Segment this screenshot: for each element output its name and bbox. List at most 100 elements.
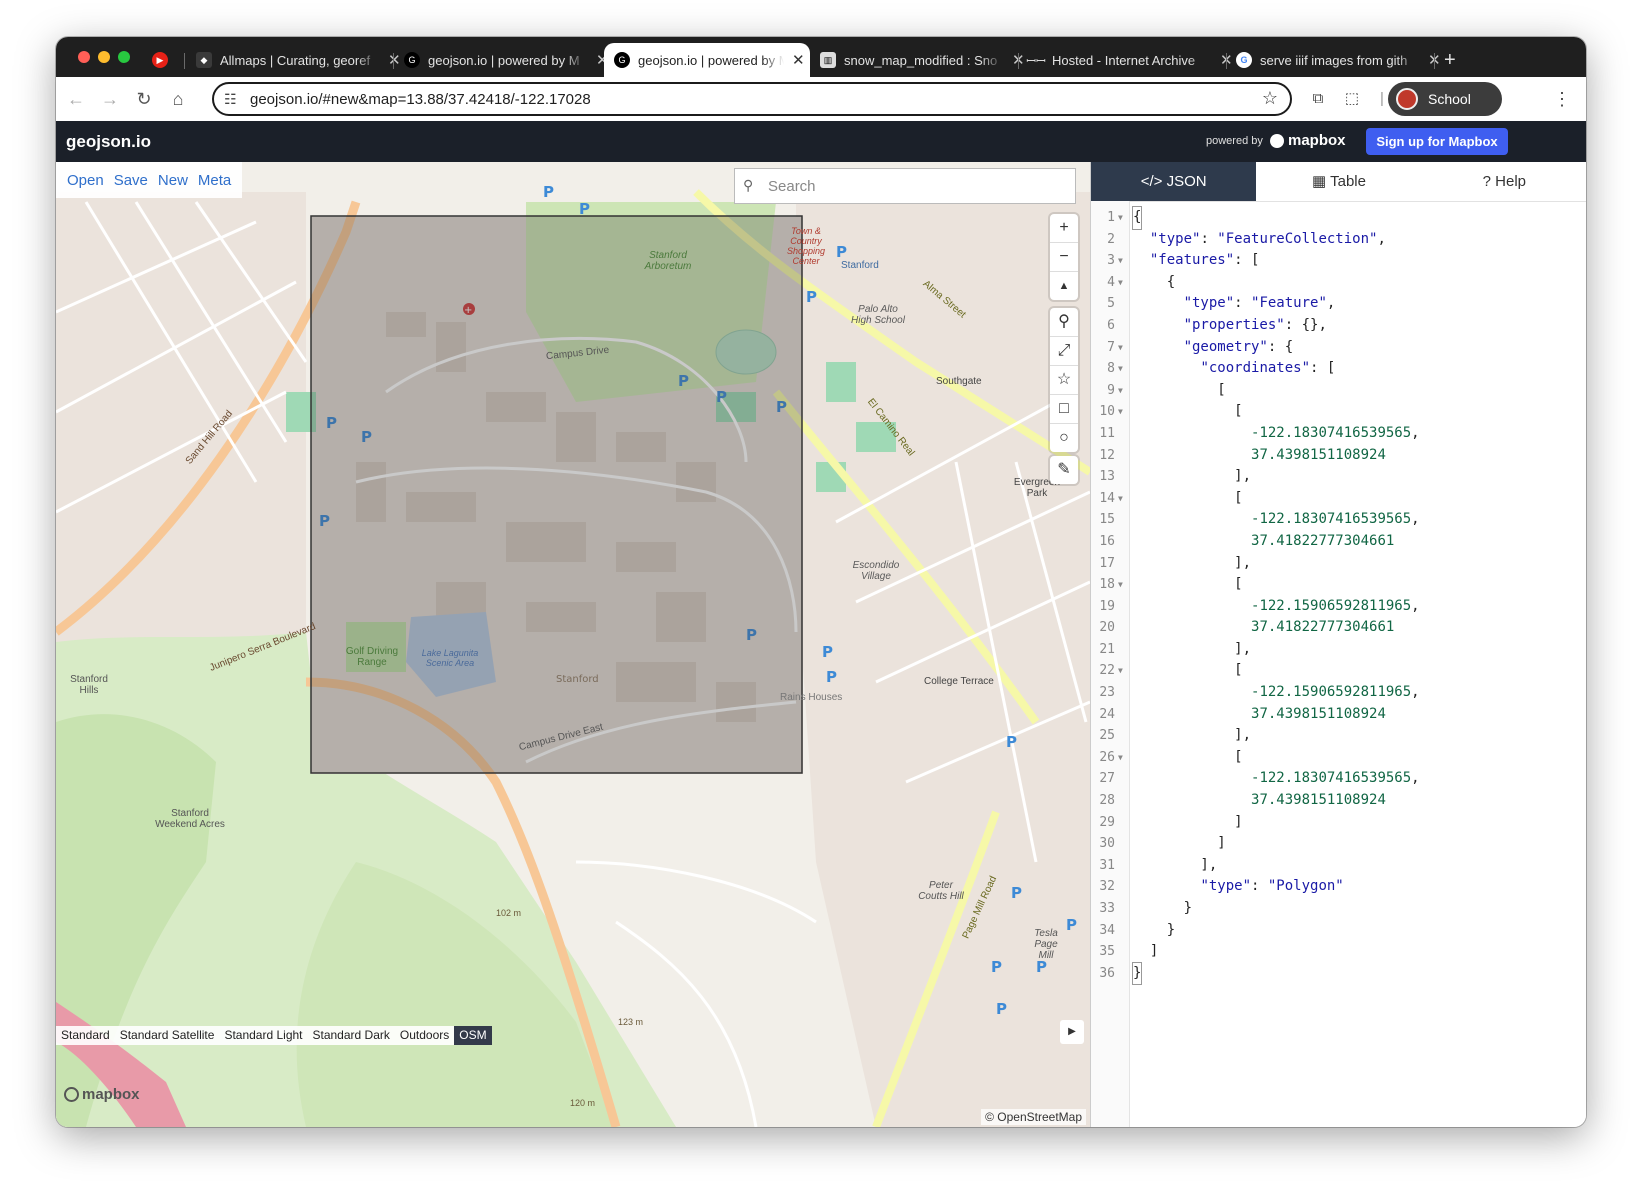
tab-geojson-active[interactable]: G geojson.io | powered by M ✕ <box>604 43 810 77</box>
code-line[interactable]: 11 -122.18307416539565, <box>1091 423 1586 445</box>
zoom-in-button[interactable]: + <box>1050 214 1078 243</box>
tab-internet-archive[interactable]: ꟷꟷ Hosted - Internet Archive ✕ <box>1026 43 1232 77</box>
code-line[interactable]: 9 ▼ [ <box>1091 380 1586 402</box>
code-line[interactable]: 33 } <box>1091 898 1586 920</box>
map-canvas[interactable]: PPPP PPPP PPPP PPPP PPP + Stanford Stanf… <box>56 162 1090 1127</box>
profile-button[interactable]: School <box>1388 82 1502 116</box>
signup-button[interactable]: Sign up for Mapbox <box>1366 128 1508 155</box>
home-button[interactable]: ⌂ <box>166 87 190 111</box>
style-osm[interactable]: OSM <box>454 1026 492 1045</box>
new-tab-button[interactable]: + <box>1444 43 1456 77</box>
style-standard-satellite[interactable]: Standard Satellite <box>115 1026 220 1045</box>
code-line[interactable]: 5 "type": "Feature", <box>1091 293 1586 315</box>
maximize-window-button[interactable] <box>118 51 130 63</box>
fold-toggle-icon[interactable]: ▼ <box>1118 207 1123 229</box>
style-outdoors[interactable]: Outdoors <box>395 1026 454 1045</box>
menu-new[interactable]: New <box>158 172 188 189</box>
mapbox-watermark[interactable]: mapbox <box>64 1086 140 1103</box>
code-line[interactable]: 26 ▼ [ <box>1091 747 1586 769</box>
menu-meta[interactable]: Meta <box>198 172 231 189</box>
menu-save[interactable]: Save <box>114 172 148 189</box>
zoom-out-button[interactable]: − <box>1050 243 1078 272</box>
map-search[interactable]: ⚲ Search <box>734 168 1076 204</box>
style-standard-dark[interactable]: Standard Dark <box>308 1026 395 1045</box>
code-line[interactable]: 30 ] <box>1091 833 1586 855</box>
collapse-panel-button[interactable]: ▶ <box>1060 1020 1084 1044</box>
fold-toggle-icon[interactable]: ▼ <box>1118 337 1123 359</box>
bookmark-star-icon[interactable]: ☆ <box>1262 88 1278 109</box>
fold-toggle-icon[interactable]: ▼ <box>1118 660 1123 682</box>
code-line[interactable]: 23 -122.15906592811965, <box>1091 682 1586 704</box>
code-line[interactable]: 27 -122.18307416539565, <box>1091 768 1586 790</box>
close-window-button[interactable] <box>78 51 90 63</box>
draw-line-icon[interactable]: ⤢ <box>1050 337 1078 366</box>
code-line[interactable]: 12 37.4398151108924 <box>1091 445 1586 467</box>
tab-json[interactable]: </> JSON <box>1091 162 1257 201</box>
tab-geojson-1[interactable]: G geojson.io | powered by M ✕ <box>404 43 609 77</box>
fold-toggle-icon[interactable]: ▼ <box>1118 380 1123 402</box>
puzzle-icon[interactable]: ⬚ <box>1342 89 1362 109</box>
json-editor[interactable]: 1 ▼{2 "type": "FeatureCollection", 3 ▼ "fea… <box>1091 206 1586 986</box>
pinned-tab-youtube[interactable]: ▶ <box>152 49 176 71</box>
code-line[interactable]: 4 ▼ { <box>1091 272 1586 294</box>
draw-polygon-icon[interactable]: ☆ <box>1050 366 1078 395</box>
code-line[interactable]: 32 "type": "Polygon" <box>1091 876 1586 898</box>
code-line[interactable]: 3 ▼ "features": [ <box>1091 250 1586 272</box>
code-line[interactable]: 22 ▼ [ <box>1091 660 1586 682</box>
code-line[interactable]: 35 ] <box>1091 941 1586 963</box>
mapbox-logo[interactable]: mapbox <box>1270 132 1346 149</box>
code-line[interactable]: 25 ], <box>1091 725 1586 747</box>
extension-icon[interactable]: ⧉ <box>1308 89 1328 109</box>
code-line[interactable]: 29 ] <box>1091 812 1586 834</box>
draw-point-icon[interactable]: ⚲ <box>1050 308 1078 337</box>
code-line[interactable]: 18 ▼ [ <box>1091 574 1586 596</box>
close-tab-icon[interactable]: ✕ <box>792 51 805 69</box>
code-line[interactable]: 31 ], <box>1091 855 1586 877</box>
search-input[interactable]: Search <box>768 178 816 195</box>
drawn-polygon[interactable] <box>310 215 803 774</box>
compass-button[interactable]: ▲ <box>1050 272 1078 300</box>
address-bar[interactable]: ☷ geojson.io/#new&map=13.88/37.42418/-12… <box>212 82 1292 116</box>
url-text[interactable]: geojson.io/#new&map=13.88/37.42418/-122.… <box>250 91 591 108</box>
code-line[interactable]: 21 ], <box>1091 639 1586 661</box>
map-tiles[interactable]: PPPP PPPP PPPP PPPP PPP + Stanford <box>56 162 1090 1127</box>
fold-toggle-icon[interactable]: ▼ <box>1118 488 1123 510</box>
code-line[interactable]: 1 ▼ { <box>1091 206 1586 230</box>
fold-toggle-icon[interactable]: ▼ <box>1118 250 1123 272</box>
code-line[interactable]: 20 37.41822777304661 <box>1091 617 1586 639</box>
edit-icon[interactable]: ✎ <box>1050 456 1078 484</box>
fold-toggle-icon[interactable]: ▼ <box>1118 574 1123 596</box>
tab-google-search[interactable]: G serve iiif images from gith ✕ <box>1236 43 1441 77</box>
back-button[interactable]: ← <box>64 87 88 111</box>
code-line[interactable]: 34 } <box>1091 920 1586 942</box>
code-line[interactable]: 24 37.4398151108924 <box>1091 704 1586 726</box>
fold-toggle-icon[interactable]: ▼ <box>1118 401 1123 423</box>
fold-toggle-icon[interactable]: ▼ <box>1118 358 1123 380</box>
site-settings-icon[interactable]: ☷ <box>224 91 237 108</box>
tab-snow-map[interactable]: ▥ snow_map_modified : Sno ✕ <box>820 43 1025 77</box>
code-line[interactable]: 2 "type": "FeatureCollection", <box>1091 229 1586 251</box>
kebab-menu-icon[interactable]: ⋮ <box>1552 89 1572 109</box>
code-line[interactable]: 7 ▼ "geometry": { <box>1091 337 1586 359</box>
tab-allmaps[interactable]: ◆ Allmaps | Curating, georef ✕ <box>196 43 401 77</box>
code-line[interactable]: 8 ▼ "coordinates": [ <box>1091 358 1586 380</box>
tab-help[interactable]: ? Help <box>1422 162 1586 201</box>
minimize-window-button[interactable] <box>98 51 110 63</box>
fold-toggle-icon[interactable]: ▼ <box>1118 272 1123 294</box>
code-line[interactable]: 10 ▼ [ <box>1091 401 1586 423</box>
fold-toggle-icon[interactable]: ▼ <box>1118 747 1123 769</box>
code-line[interactable]: 36} <box>1091 961 1586 986</box>
code-line[interactable]: 16 37.41822777304661 <box>1091 531 1586 553</box>
draw-circle-icon[interactable]: ○ <box>1050 424 1078 452</box>
style-standard[interactable]: Standard <box>56 1026 115 1045</box>
forward-button[interactable]: → <box>98 87 122 111</box>
code-line[interactable]: 6 "properties": {}, <box>1091 315 1586 337</box>
style-standard-light[interactable]: Standard Light <box>219 1026 307 1045</box>
menu-open[interactable]: Open <box>67 172 104 189</box>
code-line[interactable]: 14 ▼ [ <box>1091 488 1586 510</box>
tab-table[interactable]: ▦ Table <box>1256 162 1421 201</box>
map-attribution[interactable]: © OpenStreetMap <box>981 1109 1086 1125</box>
code-line[interactable]: 28 37.4398151108924 <box>1091 790 1586 812</box>
draw-rectangle-icon[interactable]: □ <box>1050 395 1078 424</box>
reload-button[interactable]: ↻ <box>132 87 156 111</box>
